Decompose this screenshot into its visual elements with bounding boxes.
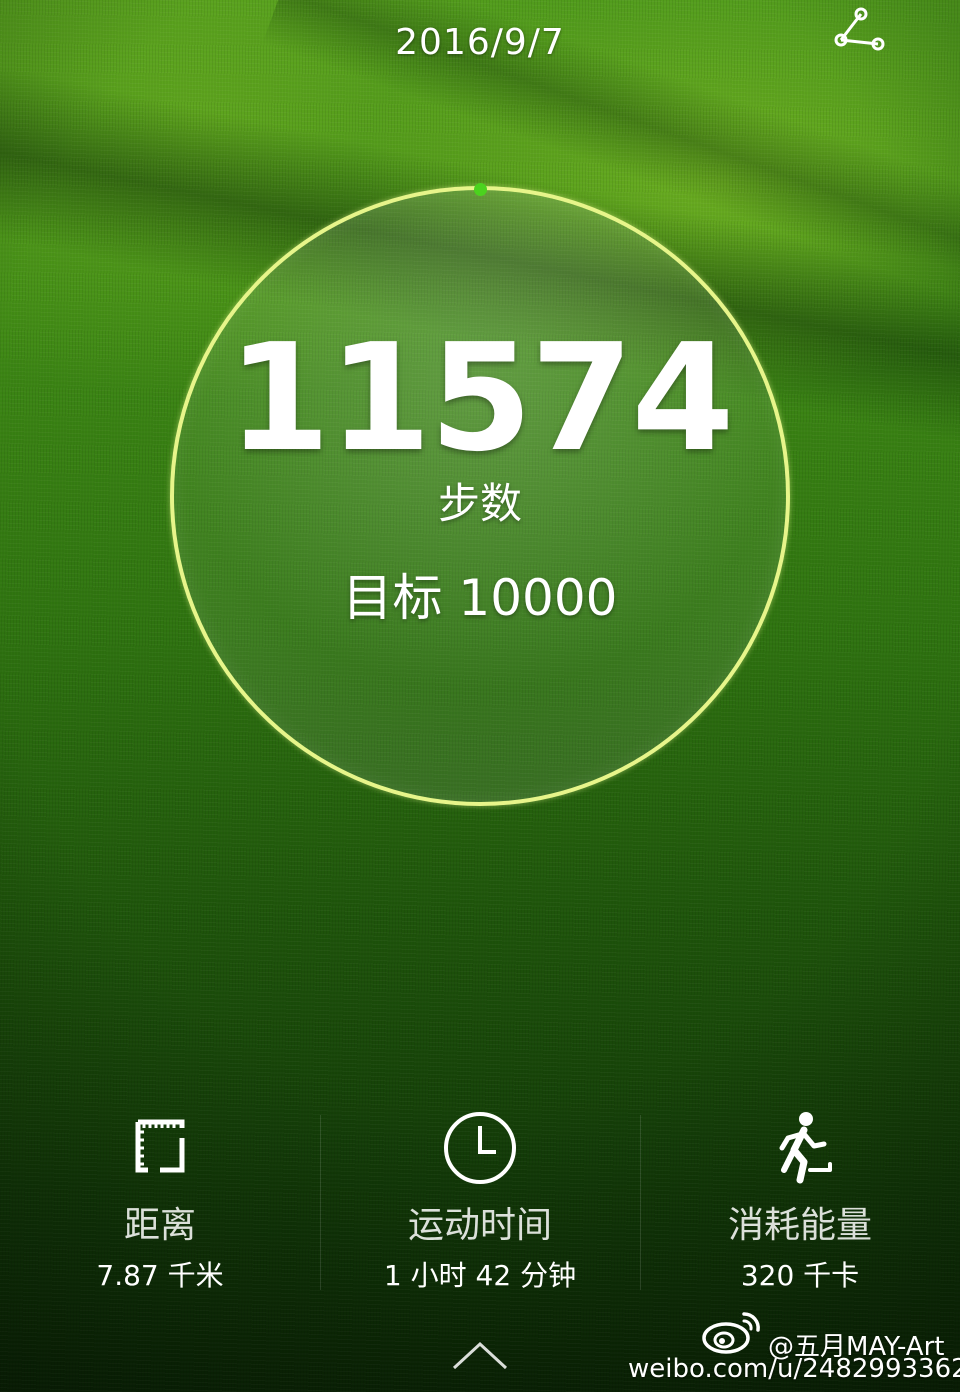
- stat-value: 7.87 千米: [96, 1259, 224, 1292]
- stat-distance: 距离 7.87 千米: [0, 1108, 320, 1298]
- step-count-label: 步数: [437, 479, 522, 528]
- share-icon: [834, 7, 885, 51]
- stat-title: 运动时间: [407, 1205, 552, 1246]
- clock-icon: [444, 1112, 516, 1184]
- stat-value: 320 千卡: [740, 1259, 860, 1292]
- expand-button[interactable]: [448, 1336, 512, 1376]
- pedometer-screen: 2016/9/7 11574 步数 目标 10000 距离 7.87 千米 运动…: [0, 0, 960, 1392]
- date-label: 2016/9/7: [395, 22, 565, 63]
- weibo-logo-icon: [702, 1312, 760, 1354]
- chevron-up-icon: [452, 1341, 508, 1370]
- stat-value: 1 小时 42 分钟: [383, 1259, 577, 1292]
- stat-title: 距离: [123, 1205, 196, 1246]
- runner-icon: [779, 1112, 832, 1184]
- step-goal: 目标 10000: [342, 569, 618, 627]
- stat-exercise-time: 运动时间 1 小时 42 分钟: [320, 1108, 640, 1298]
- share-button[interactable]: [826, 2, 890, 66]
- progress-indicator-dot: [474, 183, 487, 196]
- stat-energy: 消耗能量 320 千卡: [640, 1108, 960, 1298]
- distance-icon: [135, 1119, 185, 1173]
- step-count: 11574: [227, 312, 735, 484]
- stat-title: 消耗能量: [727, 1205, 872, 1246]
- watermark-url: weibo.com/u/2482993362: [628, 1354, 960, 1384]
